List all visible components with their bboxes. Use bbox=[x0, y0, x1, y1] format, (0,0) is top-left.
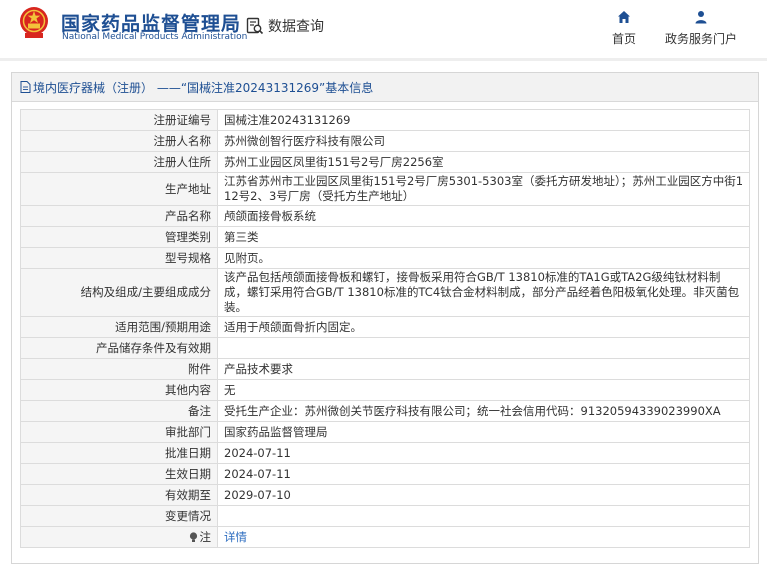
table-row: 有效期至 2029-07-10 bbox=[20, 484, 750, 506]
table-row: 生产地址 江苏省苏州市工业园区凤里街151号2号厂房5301-5303室（委托方… bbox=[20, 172, 750, 206]
row-value: 产品技术要求 bbox=[217, 358, 750, 380]
table-row: 产品名称 颅颌面接骨板系统 bbox=[20, 205, 750, 227]
info-panel: 境内医疗器械（注册） ——“国械注准20243131269”基本信息 注册证编号… bbox=[11, 72, 759, 564]
row-label: 注册证编号 bbox=[20, 109, 218, 131]
table-row: 批准日期 2024-07-11 bbox=[20, 442, 750, 464]
row-label: 生效日期 bbox=[20, 463, 218, 485]
user-icon bbox=[695, 11, 707, 24]
panel-title: 境内医疗器械（注册） ——“国械注准20243131269”基本信息 bbox=[33, 80, 374, 95]
table-row: 附件 产品技术要求 bbox=[20, 358, 750, 380]
note-label: 注 bbox=[199, 529, 212, 544]
table-row: 生效日期 2024-07-11 bbox=[20, 463, 750, 485]
table-row: 审批部门 国家药品监督管理局 bbox=[20, 421, 750, 443]
note-label-cell: 注 bbox=[20, 526, 218, 548]
home-icon bbox=[618, 11, 630, 23]
panel-header: 境内医疗器械（注册） ——“国械注准20243131269”基本信息 bbox=[12, 73, 758, 102]
data-query-tab[interactable]: 数据查询 bbox=[246, 14, 324, 38]
note-value-cell: 详情 bbox=[217, 526, 750, 548]
national-emblem-icon bbox=[20, 7, 48, 38]
row-label: 产品储存条件及有效期 bbox=[20, 337, 218, 359]
row-value: 苏州微创智行医疗科技有限公司 bbox=[217, 130, 750, 152]
table-row: 其他内容 无 bbox=[20, 379, 750, 401]
row-label: 批准日期 bbox=[20, 442, 218, 464]
row-value: 该产品包括颅颌面接骨板和螺钉，接骨板采用符合GB/T 13810标准的TA1G或… bbox=[217, 268, 750, 317]
table-row: 注册证编号 国械注准20243131269 bbox=[20, 109, 750, 131]
site-header: 国家药品监督管理局 National Medical Products Admi… bbox=[0, 0, 767, 58]
row-label: 型号规格 bbox=[20, 247, 218, 269]
table-row: 注册人名称 苏州微创智行医疗科技有限公司 bbox=[20, 130, 750, 152]
row-label: 适用范围/预期用途 bbox=[20, 316, 218, 338]
nav-home-label: 首页 bbox=[611, 32, 636, 46]
row-label: 有效期至 bbox=[20, 484, 218, 506]
details-link[interactable]: 详情 bbox=[224, 530, 247, 544]
nav-home[interactable]: 首页 bbox=[608, 10, 640, 47]
row-label: 备注 bbox=[20, 400, 218, 422]
data-query-label: 数据查询 bbox=[268, 19, 324, 35]
row-value bbox=[217, 505, 750, 527]
row-value: 无 bbox=[217, 379, 750, 401]
org-name-en: National Medical Products Administration bbox=[62, 32, 248, 42]
row-label: 变更情况 bbox=[20, 505, 218, 527]
row-value bbox=[217, 337, 750, 359]
header-divider bbox=[0, 58, 767, 61]
search-document-icon bbox=[246, 17, 264, 35]
table-row: 备注 受托生产企业：苏州微创关节医疗科技有限公司；统一社会信用代码：913205… bbox=[20, 400, 750, 422]
table-row: 产品储存条件及有效期 bbox=[20, 337, 750, 359]
nav-portal-label: 政务服务门户 bbox=[664, 32, 737, 46]
row-label: 其他内容 bbox=[20, 379, 218, 401]
row-value: 第三类 bbox=[217, 226, 750, 248]
table-row: 注册人住所 苏州工业园区凤里街151号2号厂房2256室 bbox=[20, 151, 750, 173]
row-label: 结构及组成/主要组成成分 bbox=[20, 268, 218, 317]
row-value: 2024-07-11 bbox=[217, 463, 750, 485]
bulb-icon bbox=[189, 531, 197, 542]
row-label: 产品名称 bbox=[20, 205, 218, 227]
table-row: 管理类别 第三类 bbox=[20, 226, 750, 248]
table-row: 结构及组成/主要组成成分 该产品包括颅颌面接骨板和螺钉，接骨板采用符合GB/T … bbox=[20, 268, 750, 317]
row-value: 2029-07-10 bbox=[217, 484, 750, 506]
row-value: 适用于颅颌面骨折内固定。 bbox=[217, 316, 750, 338]
row-value: 见附页。 bbox=[217, 247, 750, 269]
row-value: 江苏省苏州市工业园区凤里街151号2号厂房5301-5303室（委托方研发地址）… bbox=[217, 172, 750, 206]
detail-table: 注册证编号 国械注准20243131269 注册人名称 苏州微创智行医疗科技有限… bbox=[20, 109, 750, 548]
table-row: 型号规格 见附页。 bbox=[20, 247, 750, 269]
row-value: 受托生产企业：苏州微创关节医疗科技有限公司；统一社会信用代码：913205943… bbox=[217, 400, 750, 422]
row-label: 注册人住所 bbox=[20, 151, 218, 173]
row-label: 附件 bbox=[20, 358, 218, 380]
row-value: 国械注准20243131269 bbox=[217, 109, 750, 131]
row-value: 国家药品监督管理局 bbox=[217, 421, 750, 443]
row-label: 注册人名称 bbox=[20, 130, 218, 152]
table-row: 适用范围/预期用途 适用于颅颌面骨折内固定。 bbox=[20, 316, 750, 338]
table-row: 变更情况 bbox=[20, 505, 750, 527]
nav-government-portal[interactable]: 政务服务门户 bbox=[661, 10, 741, 47]
row-label: 生产地址 bbox=[20, 172, 218, 206]
note-row: 注 详情 bbox=[20, 526, 750, 548]
row-value: 2024-07-11 bbox=[217, 442, 750, 464]
row-label: 管理类别 bbox=[20, 226, 218, 248]
row-label: 审批部门 bbox=[20, 421, 218, 443]
document-icon bbox=[20, 81, 31, 93]
row-value: 颅颌面接骨板系统 bbox=[217, 205, 750, 227]
row-value: 苏州工业园区凤里街151号2号厂房2256室 bbox=[217, 151, 750, 173]
